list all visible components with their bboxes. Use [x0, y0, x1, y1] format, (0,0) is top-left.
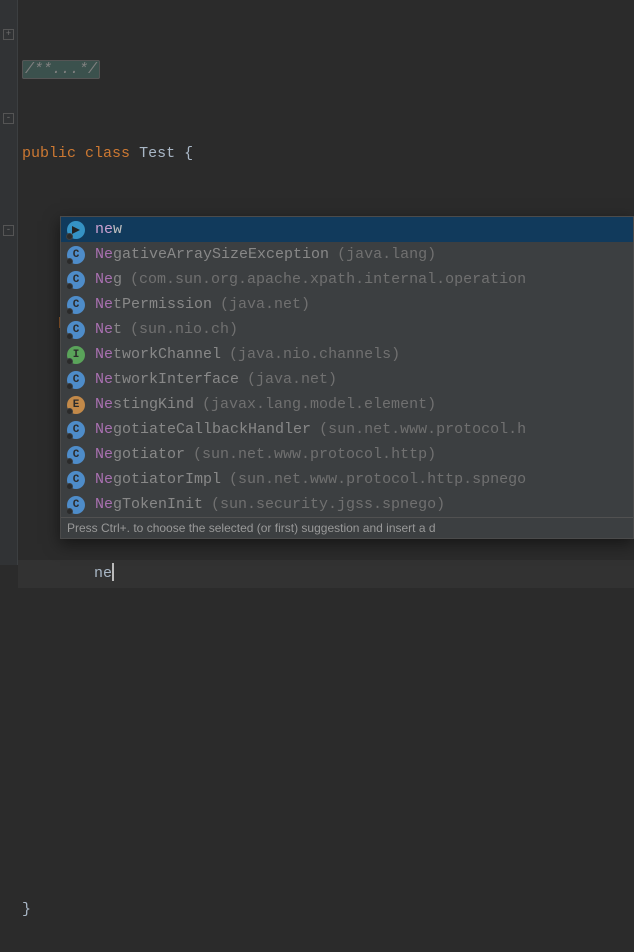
class-icon: C: [67, 296, 85, 314]
code-line: [18, 812, 634, 840]
code-line: [18, 728, 634, 756]
class-icon: C: [67, 321, 85, 339]
suggestion-label: Neg: [95, 271, 122, 288]
code-line: [18, 644, 634, 672]
suggestion-location: (sun.security.jgss.spnego): [211, 496, 445, 513]
editor-gutter: + - -: [0, 0, 18, 565]
suggestion-item[interactable]: C NetworkInterface (java.net): [61, 367, 633, 392]
folded-block-comment[interactable]: /**...*/: [22, 60, 100, 79]
class-icon: C: [67, 271, 85, 289]
suggestion-label: Negotiator: [95, 446, 185, 463]
fold-collapse-icon[interactable]: -: [3, 225, 14, 236]
code-line: /**...*/: [18, 56, 634, 84]
suggestion-item[interactable]: E NestingKind (javax.lang.model.element): [61, 392, 633, 417]
suggestion-item[interactable]: I NetworkChannel (java.nio.channels): [61, 342, 633, 367]
suggestion-location: (sun.net.www.protocol.h: [319, 421, 526, 438]
suggestion-location: (java.lang): [337, 246, 436, 263]
suggestion-item[interactable]: C Neg (com.sun.org.apache.xpath.internal.o…: [61, 267, 633, 292]
suggestion-item[interactable]: C NetPermission (java.net): [61, 292, 633, 317]
suggestion-label: NegotiatorImpl: [95, 471, 221, 488]
suggestion-label: NegativeArraySizeException: [95, 246, 329, 263]
suggestion-location: (com.sun.org.apache.xpath.internal.opera…: [130, 271, 526, 288]
suggestion-item[interactable]: C NegotiateCallbackHandler (sun.net.www.pr…: [61, 417, 633, 442]
class-icon: C: [67, 246, 85, 264]
suggestion-location: (sun.nio.ch): [130, 321, 238, 338]
suggestion-label: NegotiateCallbackHandler: [95, 421, 311, 438]
suggestion-label: Net: [95, 321, 122, 338]
suggestion-label: NetPermission: [95, 296, 212, 313]
suggestion-item[interactable]: new: [61, 217, 633, 242]
code-line: }: [18, 896, 634, 924]
suggestion-label: NestingKind: [95, 396, 194, 413]
class-icon: C: [67, 496, 85, 514]
suggestion-item[interactable]: C NegativeArraySizeException (java.lang): [61, 242, 633, 267]
fold-expand-icon[interactable]: +: [3, 29, 14, 40]
suggestion-item[interactable]: C Negotiator (sun.net.www.protocol.http): [61, 442, 633, 467]
suggestion-item[interactable]: C NegotiatorImpl (sun.net.www.protocol.htt…: [61, 467, 633, 492]
fold-collapse-icon[interactable]: -: [3, 113, 14, 124]
autocomplete-popup[interactable]: new C NegativeArraySizeException (java.lang…: [60, 216, 634, 539]
suggestion-location: (javax.lang.model.element): [202, 396, 436, 413]
class-icon: C: [67, 371, 85, 389]
class-icon: C: [67, 421, 85, 439]
suggestion-location: (sun.net.www.protocol.http): [193, 446, 436, 463]
suggestion-label: NetworkChannel: [95, 346, 221, 363]
suggestion-location: (sun.net.www.protocol.http.spnego: [229, 471, 526, 488]
suggestion-label: new: [95, 221, 122, 238]
suggestion-item[interactable]: C NegTokenInit (sun.security.jgss.spnego): [61, 492, 633, 517]
enum-icon: E: [67, 396, 85, 414]
suggestion-label: NetworkInterface: [95, 371, 239, 388]
class-icon: C: [67, 471, 85, 489]
suggestion-location: (java.net): [220, 296, 310, 313]
suggestion-label: NegTokenInit: [95, 496, 203, 513]
suggestion-location: (java.nio.channels): [229, 346, 400, 363]
interface-icon: I: [67, 346, 85, 364]
suggestion-item[interactable]: C Net (sun.nio.ch): [61, 317, 633, 342]
code-line-current: ne: [18, 560, 634, 588]
text-caret: [112, 563, 114, 581]
code-line: public class Test {: [18, 140, 634, 168]
autocomplete-hint: Press Ctrl+. to choose the selected (or …: [61, 517, 633, 538]
suggestion-location: (java.net): [247, 371, 337, 388]
template-icon: [67, 221, 85, 239]
class-icon: C: [67, 446, 85, 464]
